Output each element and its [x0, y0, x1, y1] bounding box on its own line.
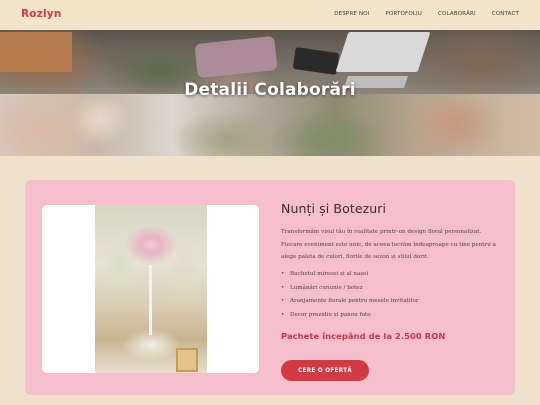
hero-laptop-shape — [335, 32, 431, 72]
hero-planter-shape — [0, 32, 72, 72]
service-description: Transformăm visul tău în realitate print… — [281, 229, 496, 260]
brand-logo[interactable]: Rozlyn — [21, 8, 62, 20]
hero-banner: Detalii Colaborări — [0, 30, 540, 156]
service-image-frame — [42, 205, 259, 373]
feature-item: Decor prezidiu și panou foto — [281, 309, 419, 323]
price-label: Pachete începând de la 2.500 RON — [281, 331, 446, 341]
feature-item: Aranjamente florale pentru mesele invita… — [281, 295, 419, 309]
hero-photo-florists — [0, 94, 540, 156]
page-title: Detalii Colaborări — [184, 80, 356, 100]
nav-link-despre-noi[interactable]: DESPRE NOI — [334, 11, 369, 17]
service-features-list: Buchetul miresei și al nașei Lumânări cu… — [281, 268, 419, 322]
request-offer-button[interactable]: CERE O OFERTĂ — [281, 360, 369, 381]
feature-item: Lumânări cununie / botez — [281, 282, 419, 296]
feature-item: Buchetul miresei și al nașei — [281, 268, 419, 282]
nav-links: DESPRE NOI PORTOFOLIU COLABORĂRI CONTACT — [334, 11, 519, 17]
nav-link-colaborari[interactable]: COLABORĂRI — [438, 11, 476, 17]
service-title: Nunți și Botezuri — [281, 201, 387, 216]
photo-candle-stand — [149, 265, 152, 335]
top-navbar: Rozlyn DESPRE NOI PORTOFOLIU COLABORĂRI … — [0, 0, 540, 30]
photo-table-frame — [176, 348, 198, 372]
nav-link-portofoliu[interactable]: PORTOFOLIU — [385, 11, 422, 17]
nav-link-contact[interactable]: CONTACT — [492, 11, 519, 17]
